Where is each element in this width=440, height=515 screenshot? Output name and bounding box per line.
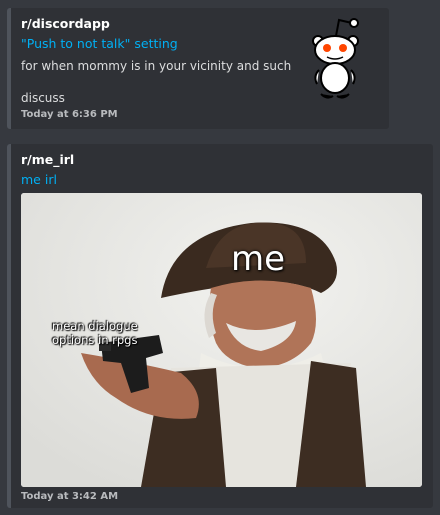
embed-image[interactable]: me mean dialogue options in rpgs (21, 193, 422, 487)
embed-description: for when mommy is in your vicinity and s… (21, 59, 292, 73)
meme-caption-side: mean dialogue options in rpgs (52, 319, 138, 347)
reddit-embed-me-irl: r/me_irl me irl me mean dialogue options… (7, 144, 433, 508)
reddit-embed-discordapp: r/discordapp "Push to not talk" setting … (7, 8, 389, 129)
meme-caption-top: me (231, 239, 286, 279)
embed-title-link[interactable]: "Push to not talk" setting (21, 36, 178, 51)
embed-timestamp: Today at 3:42 AM (21, 491, 119, 502)
embed-timestamp: Today at 6:36 PM (21, 109, 118, 120)
embed-author[interactable]: r/discordapp (21, 16, 110, 31)
embed-author[interactable]: r/me_irl (21, 152, 74, 167)
reddit-logo-icon[interactable] (309, 14, 361, 102)
embed-title-link[interactable]: me irl (21, 172, 57, 187)
embed-description-2: discuss (21, 91, 65, 105)
